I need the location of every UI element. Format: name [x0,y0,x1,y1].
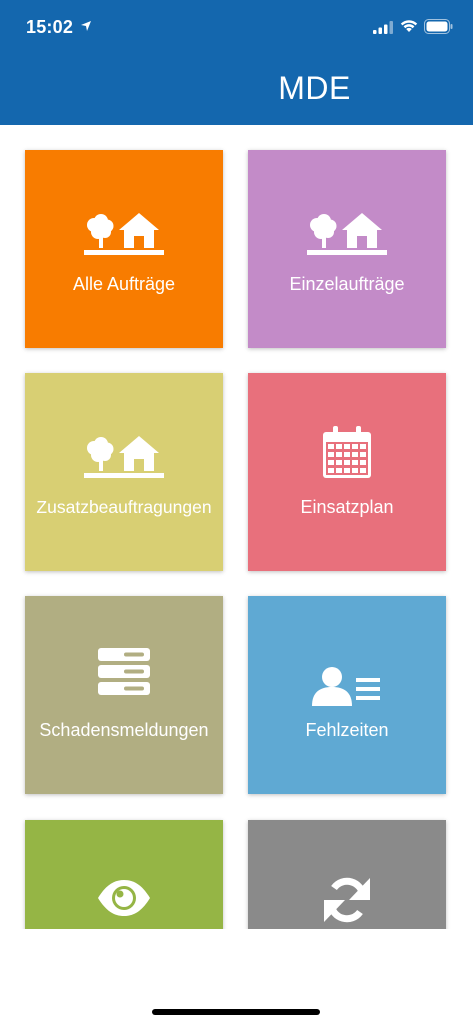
page-title: MDE [278,70,351,106]
tile-einsatzplan[interactable]: Einsatzplan [248,373,446,571]
eye-icon [98,880,150,916]
wifi-icon [400,20,418,32]
tile-label: Schadensmeldungen [39,720,209,740]
status-time: 15:02 [26,17,74,37]
location-arrow-icon [81,21,91,31]
tile-zusatzbeauftragungen[interactable]: Zusatzbeauftragungen [25,373,223,571]
app-header: 15:02 MDE [0,0,473,125]
calendar-icon [323,426,371,478]
battery-icon [424,19,453,34]
tree-house-icon [307,213,387,255]
home-indicator[interactable] [152,1009,320,1015]
cellular-signal-icon [373,21,393,34]
tile-label: Alle Aufträge [72,274,176,294]
tile-label: Einsatzplan [300,497,394,517]
server-stack-icon [98,648,150,695]
tile-label: Fehlzeiten [305,720,389,740]
tile-label: Einzelaufträge [289,274,405,294]
sync-icon [324,877,370,923]
tile-einzelauftraege[interactable]: Einzelaufträge [248,150,446,348]
tile-fehlzeiten[interactable]: Fehlzeiten [248,596,446,794]
tree-house-icon [84,436,164,478]
tile-label: Zusatzbeauftragungen [36,497,212,517]
tree-house-icon [84,213,164,255]
tile-schadensmeldungen[interactable]: Schadensmeldungen [25,596,223,794]
user-list-icon [312,667,380,706]
tile-alle-auftraege[interactable]: Alle Aufträge [25,150,223,348]
